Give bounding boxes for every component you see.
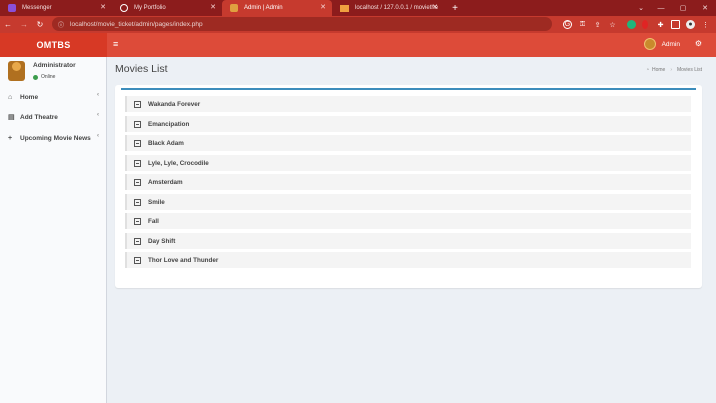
maximize-icon[interactable]: ▢ (672, 0, 694, 16)
close-icon[interactable]: ✕ (432, 3, 438, 11)
list-item[interactable]: Emancipation (125, 116, 691, 132)
film-icon (134, 100, 141, 108)
movie-title: Emancipation (148, 120, 190, 128)
window-close-icon[interactable]: ✕ (694, 0, 716, 16)
chevron-left-icon: ‹ (97, 133, 99, 139)
sidebar-item-upcoming-movie-news[interactable]: + Upcoming Movie News ‹ (0, 129, 107, 147)
list-item[interactable]: Fall (125, 213, 691, 229)
minimize-icon[interactable]: — (650, 0, 672, 16)
list-item[interactable]: Thor Love and Thunder (125, 252, 691, 268)
list-item[interactable]: Day Shift (125, 233, 691, 249)
sidebar-item-add-theatre[interactable]: ▤ Add Theatre ‹ (0, 108, 107, 126)
chevron-left-icon: ‹ (97, 112, 99, 118)
sidebar-item-home[interactable]: ⌂ Home ‹ (0, 88, 107, 106)
tab-title: Messenger (22, 5, 52, 11)
movie-title: Wakanda Forever (148, 100, 201, 108)
phpmyadmin-icon (340, 4, 349, 12)
tab-admin[interactable]: Admin | Admin ✕ (222, 0, 332, 16)
avatar (643, 38, 656, 50)
user-menu-label: Admin (661, 40, 680, 48)
info-icon: ⓘ (58, 22, 65, 29)
user-status: Online (33, 74, 55, 80)
movie-title: Black Adam (148, 139, 184, 147)
chevron-down-icon[interactable]: ⌄ (630, 0, 652, 16)
extension-red-icon[interactable] (642, 20, 648, 29)
page-icon (230, 4, 238, 12)
breadcrumb-home[interactable]: Home (652, 67, 665, 73)
online-dot-icon (33, 74, 38, 80)
messenger-icon (8, 4, 16, 12)
sidebar-item-label: Upcoming Movie News (20, 134, 91, 142)
back-icon[interactable]: ← (0, 20, 16, 29)
movies-box: Wakanda Forever Emancipation Black Adam … (115, 85, 702, 288)
dashboard-icon: ◔ (645, 67, 649, 73)
reload-icon[interactable]: ↻ (32, 20, 48, 29)
list-item[interactable]: Wakanda Forever (125, 96, 691, 112)
url-text: localhost/movie_ticket/admin/pages/index… (70, 20, 203, 28)
list-item[interactable]: Black Adam (125, 135, 691, 151)
star-icon[interactable]: ☆ (608, 20, 617, 29)
browser-tab-bar: Messenger ✕ My Portfolio ✕ Admin | Admin… (0, 0, 716, 16)
google-icon[interactable]: G (563, 20, 572, 29)
key-icon[interactable]: ⚿ (578, 20, 587, 29)
user-menu[interactable]: Admin (643, 38, 680, 50)
movie-title: Fall (148, 217, 159, 225)
profile-icon[interactable]: ● (686, 20, 695, 29)
share-icon[interactable]: ⇪ (593, 20, 602, 29)
movie-title: Amsterdam (148, 178, 183, 186)
page-title: Movies List (115, 63, 168, 75)
avatar (8, 61, 25, 81)
gears-icon[interactable]: ⚙ (695, 39, 702, 48)
close-icon[interactable]: ✕ (320, 3, 326, 11)
chevron-left-icon: ‹ (97, 92, 99, 98)
film-icon: ▤ (8, 114, 15, 121)
user-name: Administrator (33, 62, 76, 69)
sidebar-item-label: Add Theatre (20, 113, 58, 121)
user-status-label: Online (41, 74, 56, 80)
url-input[interactable]: ⓘ localhost/movie_ticket/admin/pages/ind… (52, 17, 552, 31)
movie-title: Smile (148, 198, 165, 206)
box-top-border (121, 88, 696, 90)
film-icon (134, 198, 141, 206)
menu-toggle-icon[interactable]: ≡ (113, 39, 118, 49)
puzzle-icon[interactable]: ✚ (656, 20, 665, 29)
breadcrumb: ◔ Home › Movies List (646, 67, 702, 73)
tab-localhost[interactable]: localhost / 127.0.0.1 / moviethe ✕ (332, 0, 444, 16)
film-icon (134, 237, 141, 245)
tab-title: My Portfolio (134, 5, 166, 11)
sidebar: Administrator Online ⌂ Home ‹ ▤ Add Thea… (0, 57, 107, 403)
movie-title: Thor Love and Thunder (148, 256, 219, 264)
app-header: OMTBS ≡ Admin ⚙ (0, 33, 716, 57)
breadcrumb-separator: › (670, 67, 672, 73)
film-icon (134, 178, 141, 186)
close-icon[interactable]: ✕ (100, 3, 106, 11)
list-item[interactable]: Amsterdam (125, 174, 691, 190)
list-item[interactable]: Lyle, Lyle, Crocodile (125, 155, 691, 171)
film-icon (134, 139, 141, 147)
tab-messenger[interactable]: Messenger ✕ (0, 0, 112, 16)
list-item[interactable]: Smile (125, 194, 691, 210)
sidebar-item-label: Home (20, 93, 39, 101)
app-logo[interactable]: OMTBS (0, 33, 107, 57)
movie-title: Lyle, Lyle, Crocodile (148, 159, 209, 167)
tab-title: localhost / 127.0.0.1 / moviethe (355, 5, 439, 11)
globe-icon (120, 4, 128, 12)
extension-green-icon[interactable] (627, 20, 636, 29)
breadcrumb-current: Movies List (676, 67, 702, 73)
kebab-menu-icon[interactable]: ⋮ (701, 20, 710, 29)
movie-title: Day Shift (148, 237, 176, 245)
sidepanel-icon[interactable] (671, 20, 680, 29)
close-icon[interactable]: ✕ (210, 3, 216, 11)
user-panel: Administrator Online (0, 57, 107, 87)
film-icon (134, 256, 141, 264)
home-icon: ⌂ (8, 93, 13, 101)
plus-icon: + (8, 134, 13, 142)
film-icon (134, 120, 141, 128)
tab-title: Admin | Admin (244, 5, 283, 11)
film-icon (134, 159, 141, 167)
forward-icon[interactable]: → (16, 20, 32, 29)
film-icon (134, 217, 141, 225)
new-tab-icon[interactable]: + (444, 0, 466, 16)
tab-portfolio[interactable]: My Portfolio ✕ (112, 0, 222, 16)
